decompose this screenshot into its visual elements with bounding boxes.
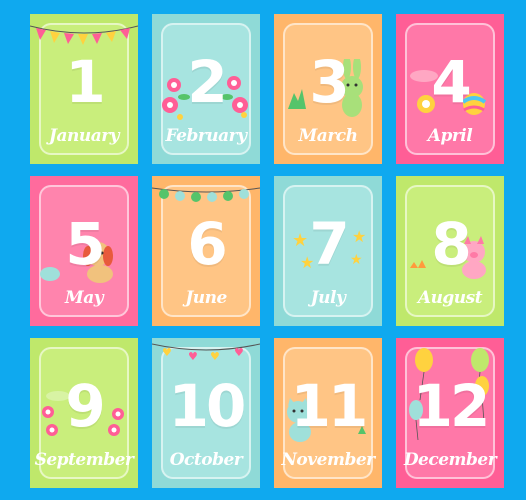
svg-text:♥: ♥ <box>210 350 220 363</box>
month-label: April <box>427 126 473 146</box>
svg-text:♥: ♥ <box>234 346 244 359</box>
month-label: February <box>165 126 247 146</box>
bunting-flags-decoration <box>30 25 138 45</box>
month-label: March <box>298 126 358 146</box>
month-label: December <box>403 450 497 470</box>
month-card-january: 1 January <box>30 14 138 164</box>
month-label: September <box>34 450 134 470</box>
day-number: 7 <box>309 210 349 278</box>
day-number: 3 <box>309 48 349 116</box>
month-card-may: 5 May <box>30 176 138 326</box>
day-number: 11 <box>290 372 369 440</box>
month-card-february: 2 February <box>152 14 260 164</box>
day-number: 2 <box>187 48 227 116</box>
day-number: 8 <box>431 210 471 278</box>
month-card-october: ♥ ♥ ♥ ♥ 10 October <box>152 338 260 488</box>
day-number: 5 <box>65 210 105 278</box>
day-number: 12 <box>412 372 491 440</box>
month-label: November <box>281 450 375 470</box>
day-number: 4 <box>431 48 471 116</box>
month-card-december: 12 December <box>396 338 504 488</box>
day-number: 9 <box>65 372 105 440</box>
month-label: August <box>417 288 483 308</box>
day-number: 10 <box>168 372 247 440</box>
month-card-june: 6 June <box>152 176 260 326</box>
day-number: 6 <box>187 210 227 278</box>
month-card-july: ★ ★ ★ ★ 7 July <box>274 176 382 326</box>
heart-garland-decoration: ♥ ♥ ♥ ♥ <box>152 343 260 363</box>
svg-text:♥: ♥ <box>188 350 198 363</box>
svg-text:♥: ♥ <box>162 346 172 359</box>
month-label: October <box>169 450 243 470</box>
month-label: May <box>64 288 104 308</box>
month-label: July <box>310 288 346 308</box>
month-card-september: 9 September <box>30 338 138 488</box>
month-card-august: 8 August <box>396 176 504 326</box>
month-card-march: 3 March <box>274 14 382 164</box>
month-card-november: 11 November <box>274 338 382 488</box>
month-card-april: 4 April <box>396 14 504 164</box>
day-number: 1 <box>65 48 105 116</box>
month-label: June <box>185 288 227 308</box>
lantern-string-decoration <box>152 187 260 202</box>
month-label: January <box>48 126 120 146</box>
